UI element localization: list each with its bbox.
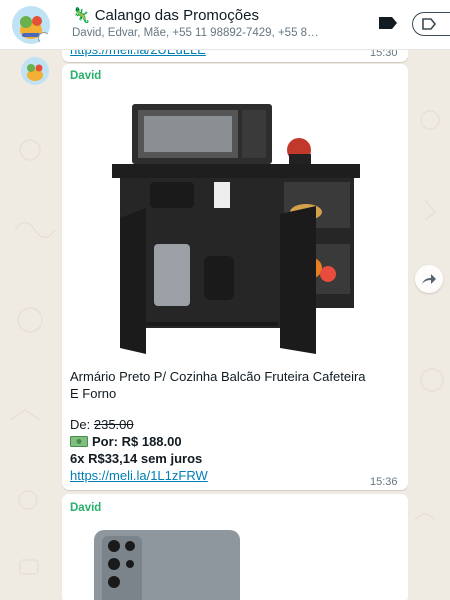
product-title: Armário Preto P/ Cozinha Balcão Fruteira…	[70, 369, 366, 401]
forward-icon	[422, 274, 436, 284]
status-badge-icon	[38, 32, 50, 44]
sender-avatar[interactable]	[21, 57, 49, 85]
product-link[interactable]: https://meli.la/1L1zFRW	[70, 468, 208, 483]
sender-name: David	[70, 502, 102, 514]
label-icon[interactable]	[378, 16, 398, 30]
tag-icon[interactable]	[412, 12, 450, 36]
product-image[interactable]	[84, 96, 384, 366]
product-image[interactable]	[94, 530, 244, 600]
message-time: 15:36	[370, 476, 398, 488]
sender-name: David	[70, 70, 102, 82]
chat-info[interactable]: 🦎 Calango das Promoções David, Edvar, Mã…	[72, 6, 372, 40]
chat-members: David, Edvar, Mãe, +55 11 98892-7429, +5…	[72, 27, 319, 39]
message-bubble[interactable]: David Armário Preto P/ Cozinha Balcão Fr…	[62, 64, 408, 490]
group-avatar[interactable]	[12, 6, 50, 44]
forward-button[interactable]	[415, 265, 443, 293]
price-new: Por: R$ 188.00	[70, 434, 182, 449]
chat-title: 🦎 Calango das Promoções	[72, 6, 259, 25]
lizard-icon: 🦎	[72, 7, 91, 24]
price-old: De: 235.00	[70, 417, 134, 432]
installments: 6x R$33,14 sem juros	[70, 451, 203, 466]
message-bubble[interactable]: David	[62, 494, 408, 600]
chat-header[interactable]: 🦎 Calango das Promoções David, Edvar, Mã…	[0, 0, 450, 50]
money-icon	[70, 436, 88, 447]
